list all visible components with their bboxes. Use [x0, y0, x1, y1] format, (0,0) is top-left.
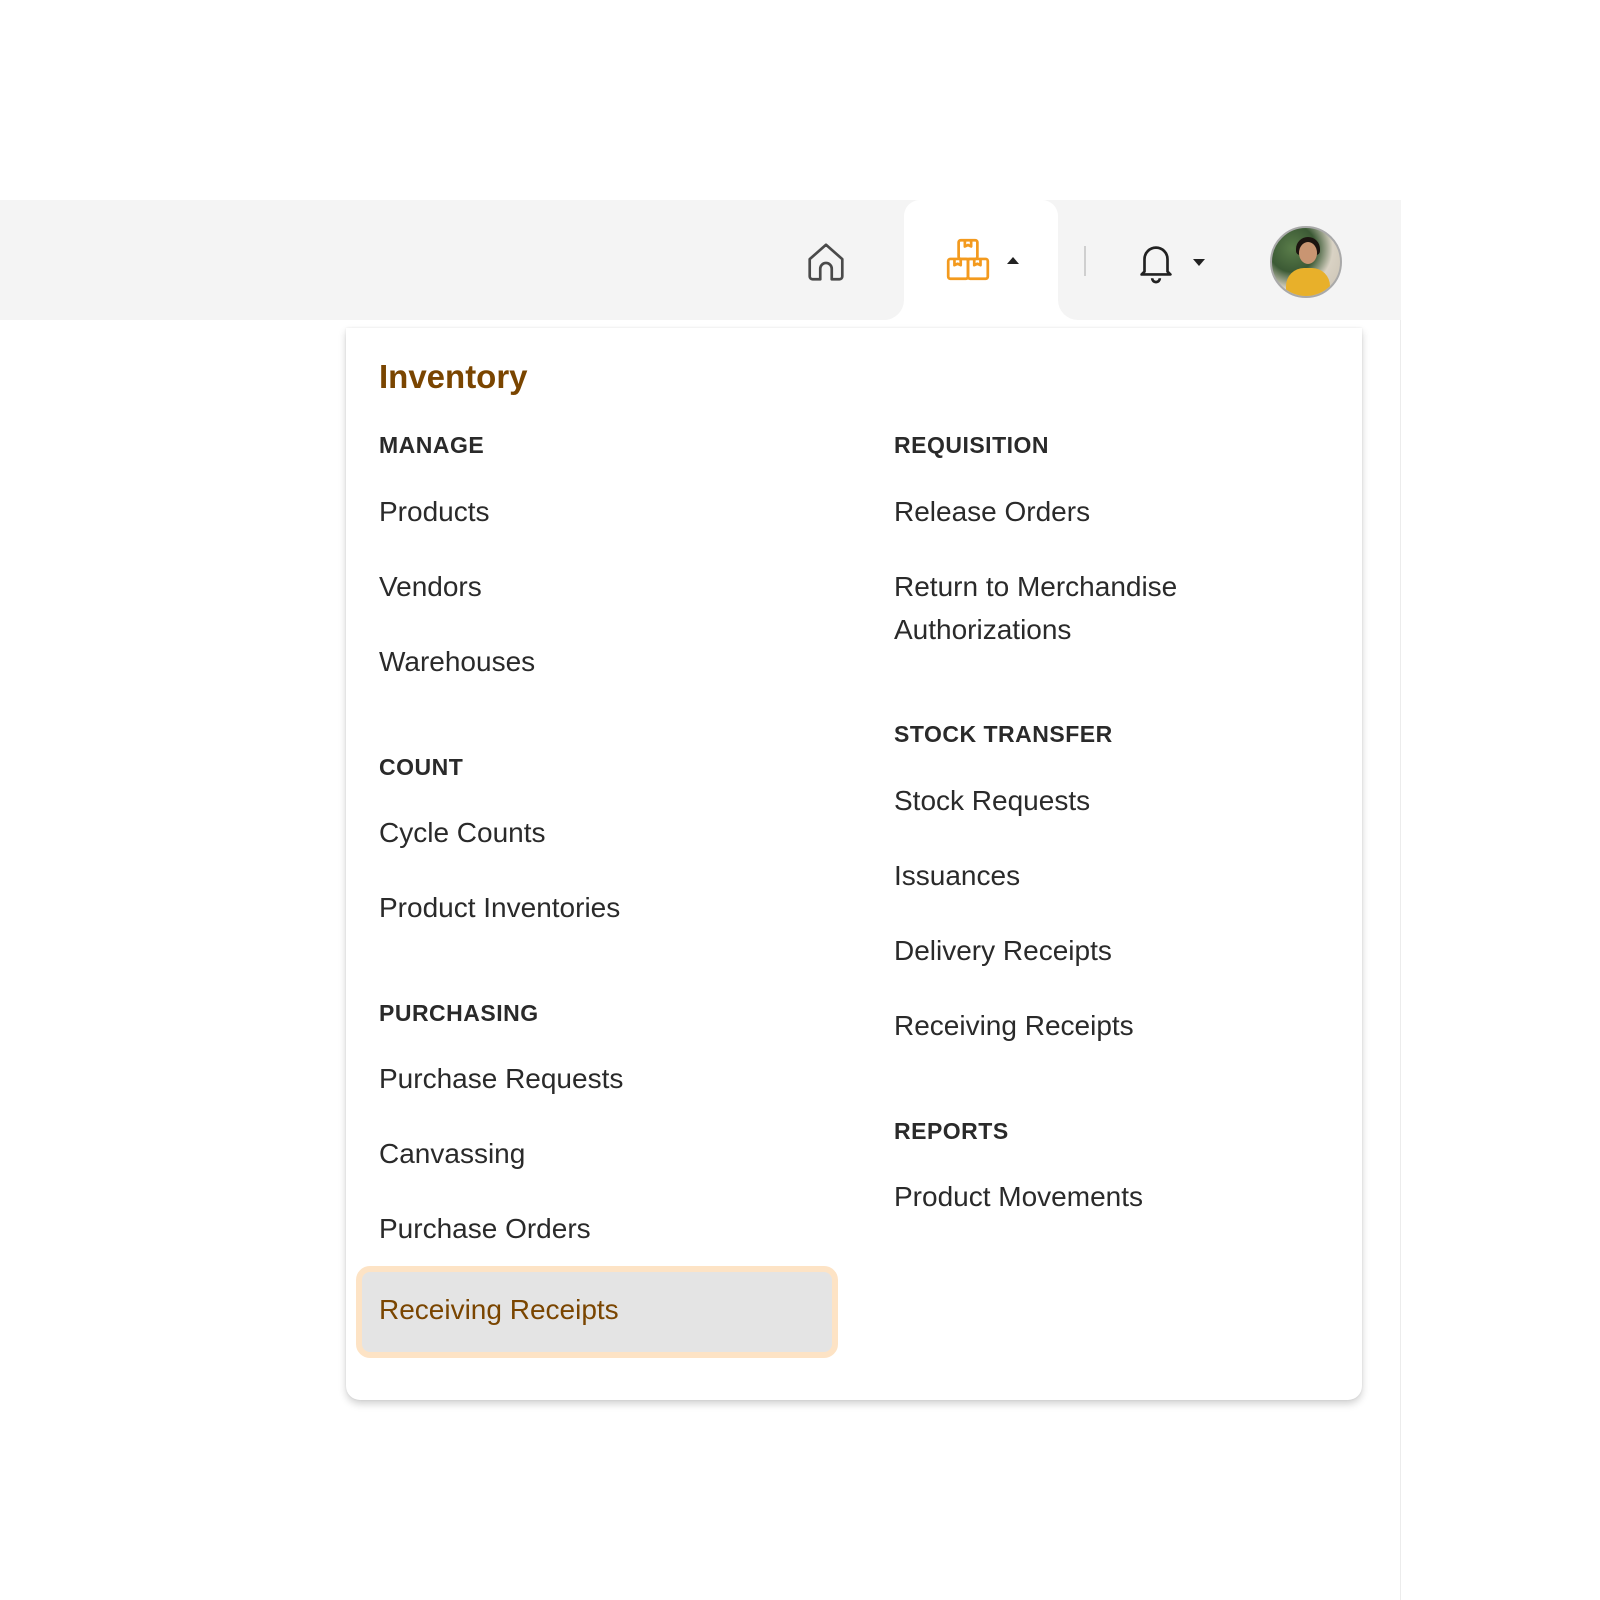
bell-icon — [1140, 246, 1172, 284]
menu-item-purchase-orders[interactable]: Purchase Orders — [379, 1207, 591, 1250]
page-edge-divider — [1400, 200, 1401, 1600]
inventory-dropdown-menu: Inventory MANAGE Products Vendors Wareho… — [346, 328, 1362, 1400]
menu-item-delivery-receipts[interactable]: Delivery Receipts — [894, 929, 1112, 972]
home-button[interactable] — [800, 236, 852, 288]
menu-item-receiving-receipts[interactable]: Receiving Receipts — [894, 1004, 1134, 1047]
menu-item-products[interactable]: Products — [379, 490, 490, 533]
notifications-button[interactable] — [1124, 234, 1214, 290]
section-heading-manage: MANAGE — [379, 432, 485, 458]
menu-item-warehouses[interactable]: Warehouses — [379, 640, 535, 683]
section-heading-count: COUNT — [379, 754, 464, 780]
section-heading-purchasing: PURCHASING — [379, 1000, 539, 1026]
menu-item-purchase-requests[interactable]: Purchase Requests — [379, 1057, 623, 1100]
menu-item-product-movements[interactable]: Product Movements — [894, 1175, 1143, 1218]
caret-down-icon — [1193, 258, 1205, 266]
caret-up-icon — [1007, 256, 1019, 264]
menu-title: Inventory — [379, 358, 528, 395]
menu-item-rma[interactable]: Return to Merchandise Authorizations — [894, 565, 1254, 651]
menu-item-receiving-receipts-selected[interactable]: Receiving Receipts — [356, 1266, 838, 1358]
menu-item-product-inventories[interactable]: Product Inventories — [379, 886, 620, 929]
section-heading-reports: REPORTS — [894, 1118, 1009, 1144]
section-heading-requisition: REQUISITION — [894, 432, 1050, 458]
boxes-icon — [946, 238, 990, 281]
menu-item-vendors[interactable]: Vendors — [379, 565, 482, 608]
menu-item-stock-requests[interactable]: Stock Requests — [894, 779, 1090, 822]
menu-item-release-orders[interactable]: Release Orders — [894, 490, 1090, 533]
menu-item-canvassing[interactable]: Canvassing — [379, 1132, 525, 1175]
user-avatar[interactable] — [1270, 226, 1342, 298]
section-heading-stock-transfer: STOCK TRANSFER — [894, 721, 1113, 747]
home-icon — [808, 243, 844, 281]
menu-item-issuances[interactable]: Issuances — [894, 854, 1020, 897]
navbar-divider — [1084, 246, 1086, 276]
menu-item-cycle-counts[interactable]: Cycle Counts — [379, 811, 546, 854]
menu-item-label: Receiving Receipts — [379, 1294, 619, 1325]
inventory-menu-button[interactable] — [936, 230, 1026, 290]
